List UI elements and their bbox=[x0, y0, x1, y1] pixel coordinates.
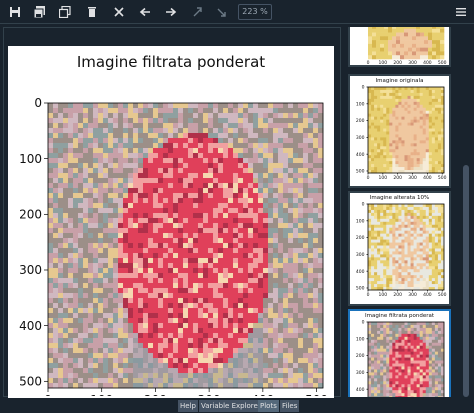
zoom-level-field[interactable]: 223 % bbox=[238, 4, 272, 20]
thumb-x-tick-label: 500 bbox=[438, 175, 447, 181]
main-y-tick-label: 0 bbox=[34, 96, 42, 110]
thumb-y-tick-label: 300 bbox=[356, 135, 365, 141]
thumb-y-tick-label: 300 bbox=[356, 252, 365, 258]
delete-all-icon[interactable] bbox=[110, 3, 128, 21]
thumb-y-tick-label: 0 bbox=[362, 85, 365, 91]
previous-icon[interactable] bbox=[136, 3, 154, 21]
thumb-x-tick-label: 300 bbox=[408, 175, 417, 181]
image-pixels bbox=[368, 87, 445, 174]
thumb-y-tick-label: 200 bbox=[356, 235, 365, 241]
thumb-x-tick-label: 100 bbox=[379, 60, 388, 65]
thumb-x-tick-label: 400 bbox=[423, 60, 432, 65]
thumb-x-tick-label: 200 bbox=[393, 292, 402, 298]
thumb-y-tick-label: 500 bbox=[356, 286, 365, 292]
thumb-x-tick-label: 200 bbox=[393, 175, 402, 181]
thumb-y-tick-label: 400 bbox=[356, 152, 365, 158]
tab-files[interactable]: Files bbox=[280, 400, 300, 412]
thumb-y-tick-label: 400 bbox=[356, 269, 365, 275]
bottom-tab-bar: Help Variable Explorer Plots Files bbox=[0, 398, 474, 413]
next-icon[interactable] bbox=[162, 3, 180, 21]
main-axes: 0 0 100 100 200 200 300 300 400 400 500 500 bbox=[19, 96, 328, 396]
main-x-tick-label: 200 bbox=[144, 393, 167, 396]
thumbnail-2[interactable]: Imagine alterata 10% 0 0 100 100 200 200 300 30… bbox=[348, 191, 451, 306]
thumb-y-tick-label: 200 bbox=[356, 353, 365, 359]
thumbnail-list: 0 100 200 300 400 500 Imagine originala 0 0 100… bbox=[346, 27, 458, 397]
main-y-tick-label: 200 bbox=[19, 208, 42, 222]
thumbnail-scrollbar[interactable] bbox=[462, 27, 470, 397]
plots-toolbar: 223 % bbox=[0, 0, 474, 24]
main-x-tick-label: 500 bbox=[305, 393, 328, 396]
main-x-tick-label: 0 bbox=[44, 393, 52, 396]
delete-icon[interactable] bbox=[83, 3, 101, 21]
thumb-y-tick-label: 100 bbox=[356, 336, 365, 342]
image-pixels bbox=[48, 103, 324, 389]
tab-plots[interactable]: Plots bbox=[258, 400, 279, 412]
main-y-tick-label: 300 bbox=[19, 263, 42, 277]
zoom-out-icon[interactable] bbox=[213, 3, 231, 21]
main-x-tick-label: 400 bbox=[251, 393, 274, 396]
thumb-x-tick-label: 0 bbox=[367, 175, 370, 181]
scrollbar-handle[interactable] bbox=[463, 165, 469, 397]
thumbnail-0[interactable]: 0 100 200 300 400 500 bbox=[348, 27, 451, 67]
thumb-y-tick-label: 0 bbox=[362, 320, 365, 326]
thumb-x-tick-label: 400 bbox=[423, 292, 432, 298]
image-pixels bbox=[368, 322, 445, 397]
thumb-x-tick-label: 200 bbox=[393, 60, 402, 65]
thumb-y-tick-label: 0 bbox=[362, 202, 365, 208]
main-y-tick-label: 100 bbox=[19, 152, 42, 166]
thumb-y-tick-label: 200 bbox=[356, 118, 365, 124]
thumb-x-tick-label: 500 bbox=[438, 60, 447, 65]
thumb-x-tick-label: 100 bbox=[379, 175, 388, 181]
thumbnail-3[interactable]: Imagine filtrata ponderat 00100100200200… bbox=[348, 309, 451, 397]
save-all-icon[interactable] bbox=[31, 3, 49, 21]
options-menu-icon[interactable] bbox=[452, 3, 470, 21]
image-pixels bbox=[368, 27, 445, 60]
thumb-x-tick-label: 400 bbox=[423, 175, 432, 181]
save-icon[interactable] bbox=[6, 3, 24, 21]
tab-variable-explorer[interactable]: Variable Explorer bbox=[199, 400, 263, 412]
thumb-x-tick-label: 300 bbox=[408, 292, 417, 298]
thumb-y-tick-label: 300 bbox=[356, 370, 365, 376]
thumb-x-tick-label: 0 bbox=[367, 60, 370, 65]
thumb-y-tick-label: 100 bbox=[356, 218, 365, 224]
tab-help[interactable]: Help bbox=[178, 400, 198, 412]
thumb-y-tick-label: 400 bbox=[356, 387, 365, 393]
thumb-x-tick-label: 0 bbox=[367, 292, 370, 298]
thumbnail-1[interactable]: Imagine originala 0 0 100 100 200 200 300 300 40… bbox=[348, 74, 451, 188]
thumb-x-tick-label: 100 bbox=[379, 292, 388, 298]
zoom-in-icon[interactable] bbox=[189, 3, 207, 21]
main-y-tick-label: 500 bbox=[19, 375, 42, 389]
copy-icon[interactable] bbox=[56, 3, 74, 21]
main-figure: Imagine filtrata ponderat 00100100200200… bbox=[8, 46, 334, 401]
main-y-tick-label: 400 bbox=[19, 319, 42, 333]
plot-canvas[interactable]: Imagine filtrata ponderat 00100100200200… bbox=[3, 27, 341, 401]
thumb-y-tick-label: 100 bbox=[356, 101, 365, 107]
thumb-x-tick-label: 300 bbox=[408, 60, 417, 65]
main-x-tick-label: 300 bbox=[198, 393, 221, 396]
main-x-tick-label: 100 bbox=[90, 393, 113, 396]
thumb-y-tick-label: 500 bbox=[356, 169, 365, 175]
thumb-x-tick-label: 500 bbox=[438, 292, 447, 298]
image-pixels bbox=[368, 204, 445, 291]
